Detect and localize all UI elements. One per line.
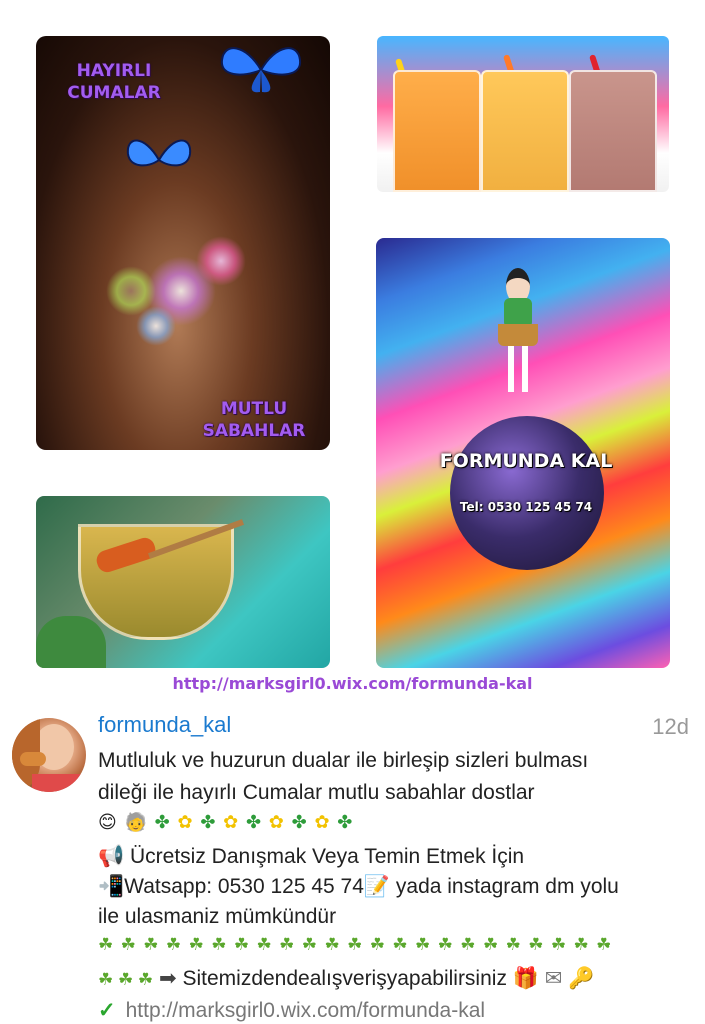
clover-icon: ✤ xyxy=(154,812,171,833)
memo-icon: 📝 xyxy=(363,875,391,898)
post-text-line1: Mutluluk ve huzurun dualar ile birleşip … xyxy=(98,749,589,772)
check-icon: ✓ xyxy=(98,999,116,1022)
butterfly-icon xyxy=(220,47,302,93)
post-timestamp: 12d xyxy=(652,714,689,739)
brand-name-text: FORMUNDA KAL xyxy=(439,450,613,472)
butterfly-icon xyxy=(126,139,192,167)
post-text-line8-text: Sitemizdendealışverişyapabilirsiniz xyxy=(182,967,507,990)
post-image-collage[interactable]: HAYIRLI CUMALAR MUTLU SABAHLAR FORMUNDA … xyxy=(0,0,705,705)
person-icon: 🧓 xyxy=(124,812,148,833)
smoothies-image xyxy=(377,36,669,192)
website-link[interactable]: http://marksgirl0.wix.com/formunda-kal xyxy=(126,999,485,1022)
formunda-kal-logo-image: FORMUNDA KAL Tel: 0530 125 45 74 xyxy=(376,238,670,668)
website-link-line[interactable]: ✓ http://marksgirl0.wix.com/formunda-kal xyxy=(98,998,485,1023)
emoji-row: 😊 🧓 ✤ ✿ ✤ ✿ ✤ ✿ ✤ ✿ ✤ xyxy=(98,812,353,833)
leaf-icon: ☘ ☘ ☘ xyxy=(98,970,154,989)
collage-url-caption: http://marksgirl0.wix.com/formunda-kal xyxy=(172,674,533,693)
username-link[interactable]: formunda_kal xyxy=(98,712,231,738)
post-text-line4-text: Ücretsiz Danışmak Veya Temin Etmek İçin xyxy=(130,845,525,868)
phone-icon: 📲 xyxy=(98,875,125,898)
flower-icon: ✿ xyxy=(268,812,285,833)
post-text-line6: ile ulasmaniz mümkündür xyxy=(98,905,337,928)
brand-phone-text: Tel: 0530 125 45 74 xyxy=(459,500,593,514)
smile-icon: 😊 xyxy=(98,812,118,833)
tea-image xyxy=(36,496,330,668)
flower-icon: ✿ xyxy=(314,812,331,833)
leaf-icon: ☘ ☘ ☘ ☘ ☘ ☘ ☘ ☘ ☘ ☘ ☘ ☘ ☘ ☘ ☘ ☘ ☘ ☘ ☘ ☘ … xyxy=(98,935,613,955)
cartoon-girl-figure xyxy=(496,268,540,398)
clover-icon: ✤ xyxy=(291,812,308,833)
gift-icon: 🎁 xyxy=(512,967,539,990)
flower-icon: ✿ xyxy=(177,812,194,833)
post-text-line4: 📢 Ücretsiz Danışmak Veya Temin Etmek İçi… xyxy=(98,842,524,872)
key-icon: 🔑 xyxy=(568,967,595,990)
mail-icon: ✉ xyxy=(544,967,563,990)
clover-icon: ✤ xyxy=(245,812,263,833)
post-text-line2: dileği ile hayırlı Cumalar mutlu sabahla… xyxy=(98,781,535,804)
avatar[interactable] xyxy=(12,718,86,792)
whatsapp-number-text: Watsapp: 0530 125 45 74 xyxy=(124,875,364,898)
megaphone-icon: 📢 xyxy=(98,845,125,868)
greeting-text-top: HAYIRLI CUMALAR xyxy=(67,61,161,103)
arrow-icon: ➡ xyxy=(159,967,177,990)
clover-icon: ✤ xyxy=(200,812,217,833)
hands-butterflies-image: HAYIRLI CUMALAR MUTLU SABAHLAR xyxy=(36,36,330,450)
leaf-row-1: ☘ ☘ ☘ ☘ ☘ ☘ ☘ ☘ ☘ ☘ ☘ ☘ ☘ ☘ ☘ ☘ ☘ ☘ ☘ ☘ … xyxy=(98,934,612,955)
sandwich-graphic xyxy=(20,752,46,766)
post-text-line5: 📲Watsapp: 0530 125 45 74📝 yada instagram… xyxy=(98,872,619,902)
clover-icon: ✤ xyxy=(337,812,354,833)
planet-graphic xyxy=(450,416,604,570)
flower-icon: ✿ xyxy=(223,812,240,833)
post-text-line8: ☘ ☘ ☘ ➡ Sitemizdendealışverişyapabilirsi… xyxy=(98,964,594,995)
post-text-line5-suffix: yada instagram dm yolu xyxy=(390,875,619,898)
greeting-text-bottom: MUTLU SABAHLAR xyxy=(202,399,306,441)
